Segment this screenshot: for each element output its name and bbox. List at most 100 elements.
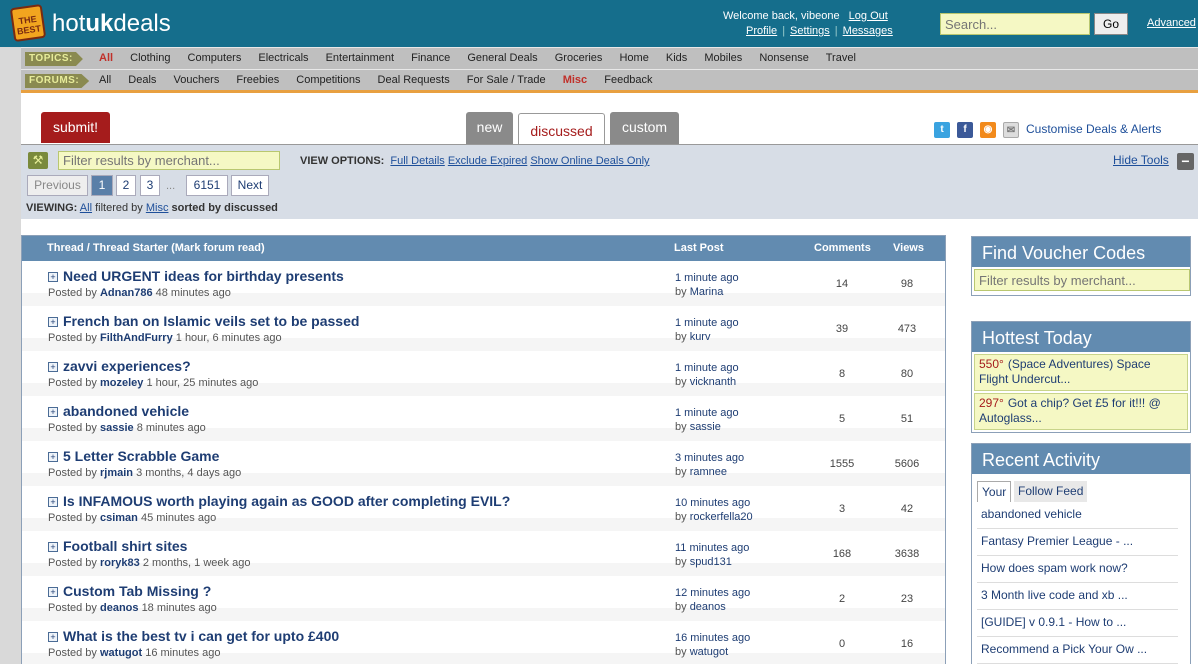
thread-title-link[interactable]: 5 Letter Scrabble Game [63, 448, 219, 464]
tab-follow-feed[interactable]: Follow Feed [1014, 481, 1088, 502]
collapse-icon[interactable]: − [1177, 153, 1194, 170]
last-post-time-link[interactable]: 1 minute ago [675, 362, 739, 374]
last-post-time-link[interactable]: 1 minute ago [675, 272, 739, 284]
thread-starter-link[interactable]: watugot [100, 647, 142, 659]
topic-general-deals[interactable]: General Deals [467, 52, 537, 64]
thread-title-link[interactable]: Need URGENT ideas for birthday presents [63, 268, 344, 284]
pagination-page-1[interactable]: 1 [91, 175, 113, 196]
expand-icon[interactable]: + [48, 542, 58, 552]
last-poster-link[interactable]: spud131 [690, 556, 732, 568]
thread-title-link[interactable]: abandoned vehicle [63, 403, 189, 419]
expand-icon[interactable]: + [48, 587, 58, 597]
hot-deal-item[interactable]: 550° (Space Adventures) Space Flight Unde… [974, 354, 1188, 391]
topic-electricals[interactable]: Electricals [258, 52, 308, 64]
thread-starter-link[interactable]: roryk83 [100, 557, 140, 569]
topic-travel[interactable]: Travel [826, 52, 856, 64]
col-last-post-header[interactable]: Last Post [674, 242, 724, 254]
topic-entertainment[interactable]: Entertainment [326, 52, 394, 64]
merchant-filter-input[interactable] [58, 151, 280, 170]
forum-freebies[interactable]: Freebies [236, 74, 279, 86]
last-poster-link[interactable]: watugot [690, 646, 729, 658]
submit-button[interactable]: submit! [41, 112, 110, 143]
last-poster-link[interactable]: rockerfella20 [690, 511, 753, 523]
twitter-icon[interactable]: t [934, 122, 950, 138]
activity-item[interactable]: How does spam work now? [977, 556, 1178, 583]
logo[interactable]: hotukdeals [52, 10, 171, 38]
search-input[interactable] [940, 13, 1090, 35]
col-comments-header[interactable]: Comments [814, 242, 871, 254]
forum-deals[interactable]: Deals [128, 74, 156, 86]
forum-competitions[interactable]: Competitions [296, 74, 360, 86]
last-post-time-link[interactable]: 16 minutes ago [675, 632, 750, 644]
last-post-time-link[interactable]: 12 minutes ago [675, 587, 750, 599]
col-views-header[interactable]: Views [893, 242, 924, 254]
hot-deal-title[interactable]: Got a chip? Get £5 for it!!! @ Autoglass… [979, 396, 1161, 425]
topic-clothing[interactable]: Clothing [130, 52, 170, 64]
expand-icon[interactable]: + [48, 632, 58, 642]
expand-icon[interactable]: + [48, 407, 58, 417]
thread-title-link[interactable]: Football shirt sites [63, 538, 187, 554]
topic-computers[interactable]: Computers [188, 52, 242, 64]
exclude-expired-link[interactable]: Exclude Expired [448, 155, 528, 167]
last-poster-link[interactable]: vicknanth [690, 376, 736, 388]
activity-item[interactable]: Fantasy Premier League - ... [977, 529, 1178, 556]
forum-misc[interactable]: Misc [563, 74, 587, 86]
logout-link[interactable]: Log Out [849, 10, 888, 22]
last-post-time-link[interactable]: 1 minute ago [675, 317, 739, 329]
col-thread-header[interactable]: Thread / Thread Starter (Mark forum read… [47, 242, 265, 254]
settings-link[interactable]: Settings [790, 25, 830, 37]
thread-title-link[interactable]: French ban on Islamic veils set to be pa… [63, 313, 359, 329]
expand-icon[interactable]: + [48, 497, 58, 507]
pagination-page-3[interactable]: 3 [140, 175, 160, 196]
show-online-link[interactable]: Show Online Deals Only [530, 155, 649, 167]
thread-starter-link[interactable]: deanos [100, 602, 139, 614]
thread-starter-link[interactable]: FilthAndFurry [100, 332, 173, 344]
topic-groceries[interactable]: Groceries [555, 52, 603, 64]
expand-icon[interactable]: + [48, 362, 58, 372]
forum-all[interactable]: All [99, 74, 111, 86]
topic-mobiles[interactable]: Mobiles [704, 52, 742, 64]
expand-icon[interactable]: + [48, 452, 58, 462]
thread-title-link[interactable]: Is INFAMOUS worth playing again as GOOD … [63, 493, 510, 509]
thread-starter-link[interactable]: Adnan786 [100, 287, 153, 299]
expand-icon[interactable]: + [48, 272, 58, 282]
tab-custom[interactable]: custom [610, 112, 679, 144]
customise-deals-link[interactable]: Customise Deals & Alerts [1026, 122, 1161, 136]
topic-kids[interactable]: Kids [666, 52, 687, 64]
rss-icon[interactable]: ◉ [980, 122, 996, 138]
activity-item[interactable]: abandoned vehicle [977, 502, 1178, 529]
tab-new[interactable]: new [466, 112, 513, 144]
tab-your[interactable]: Your [977, 481, 1012, 502]
topic-finance[interactable]: Finance [411, 52, 450, 64]
forum-deal-requests[interactable]: Deal Requests [378, 74, 450, 86]
last-poster-link[interactable]: Marina [690, 286, 724, 298]
activity-item[interactable]: Recommend a Pick Your Ow ... [977, 637, 1178, 664]
messages-link[interactable]: Messages [843, 25, 893, 37]
last-poster-link[interactable]: deanos [690, 601, 726, 613]
last-poster-link[interactable]: sassie [690, 421, 721, 433]
voucher-filter-input[interactable] [974, 269, 1190, 291]
thread-title-link[interactable]: Custom Tab Missing ? [63, 583, 211, 599]
mail-icon[interactable]: ✉ [1003, 122, 1019, 138]
logo-badge[interactable]: THE BEST [9, 3, 47, 43]
forum-feedback[interactable]: Feedback [604, 74, 652, 86]
topic-nonsense[interactable]: Nonsense [759, 52, 809, 64]
thread-starter-link[interactable]: csiman [100, 512, 138, 524]
pagination-next[interactable]: Next [231, 175, 269, 196]
thread-starter-link[interactable]: mozeley [100, 377, 143, 389]
pagination-page-2[interactable]: 2 [116, 175, 136, 196]
forum-for-sale-trade[interactable]: For Sale / Trade [467, 74, 546, 86]
facebook-icon[interactable]: f [957, 122, 973, 138]
pagination-previous[interactable]: Previous [27, 175, 88, 196]
hot-deal-item[interactable]: 297° Got a chip? Get £5 for it!!! @ Autog… [974, 393, 1188, 430]
full-details-link[interactable]: Full Details [390, 155, 444, 167]
forum-vouchers[interactable]: Vouchers [173, 74, 219, 86]
last-post-time-link[interactable]: 11 minutes ago [675, 542, 749, 554]
thread-title-link[interactable]: zavvi experiences? [63, 358, 191, 374]
viewing-all-link[interactable]: All [80, 202, 92, 214]
viewing-forum-link[interactable]: Misc [146, 202, 169, 214]
last-poster-link[interactable]: ramnee [690, 466, 727, 478]
topic-all[interactable]: All [99, 52, 113, 64]
tab-discussed[interactable]: discussed [518, 113, 605, 145]
last-post-time-link[interactable]: 3 minutes ago [675, 452, 744, 464]
